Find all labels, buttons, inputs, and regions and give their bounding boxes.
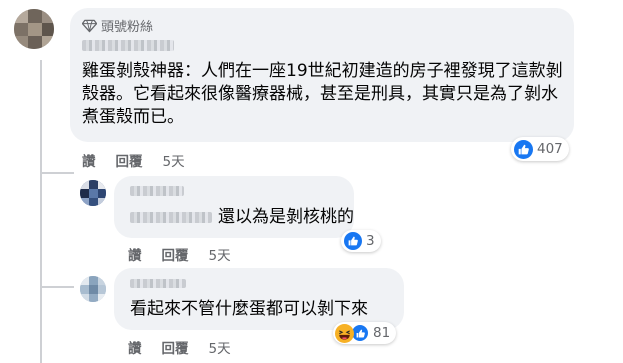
top-fan-badge: 頭號粉絲 [82, 16, 153, 35]
reply-link[interactable]: 回覆 [162, 337, 189, 357]
timestamp[interactable]: 5天 [209, 244, 231, 264]
author-name[interactable] [82, 40, 174, 51]
like-link[interactable]: 讚 [82, 150, 96, 170]
reaction-summary[interactable]: 81 [333, 322, 397, 344]
thumbs-up-icon [344, 232, 362, 250]
reply-actions: 讚 回覆 5天 [128, 244, 231, 264]
timestamp[interactable]: 5天 [163, 150, 185, 170]
like-link[interactable]: 讚 [128, 337, 142, 357]
reply-avatar[interactable] [80, 276, 106, 302]
thread-line-vertical [40, 60, 42, 363]
reaction-count: 3 [366, 233, 375, 249]
reaction-summary[interactable]: 407 [511, 137, 569, 161]
reply-actions: 讚 回覆 5天 [128, 337, 231, 357]
reply-text: 看起來不管什麼蛋都可以剝下來 [130, 299, 368, 319]
reply-link[interactable]: 回覆 [162, 244, 189, 264]
reaction-count: 81 [373, 325, 391, 341]
reaction-summary[interactable]: 3 [341, 230, 381, 252]
diamond-icon [82, 19, 97, 33]
haha-icon [335, 323, 354, 343]
avatar[interactable] [14, 9, 54, 49]
comment-actions: 讚 回覆 5天 [82, 150, 185, 170]
thumbs-up-icon [514, 139, 533, 159]
like-link[interactable]: 讚 [128, 244, 142, 264]
reply-link[interactable]: 回覆 [116, 150, 143, 170]
comment-text: 雞蛋剝殼神器：人們在一座19世紀初建造的房子裡發現了這款剝殼器。它看起來很像醫療… [82, 61, 563, 127]
reaction-count: 407 [537, 141, 563, 157]
thread-line-branch-2 [40, 286, 74, 288]
reply-author-name[interactable] [130, 279, 186, 288]
timestamp[interactable]: 5天 [209, 337, 231, 357]
reply-avatar[interactable] [80, 180, 106, 206]
reply-author-name[interactable] [130, 186, 184, 196]
reply-text: 還以為是剝核桃的 [218, 207, 354, 227]
thread-line-branch-1 [40, 172, 74, 174]
mentioned-user[interactable] [130, 212, 212, 223]
badge-label: 頭號粉絲 [101, 20, 154, 35]
